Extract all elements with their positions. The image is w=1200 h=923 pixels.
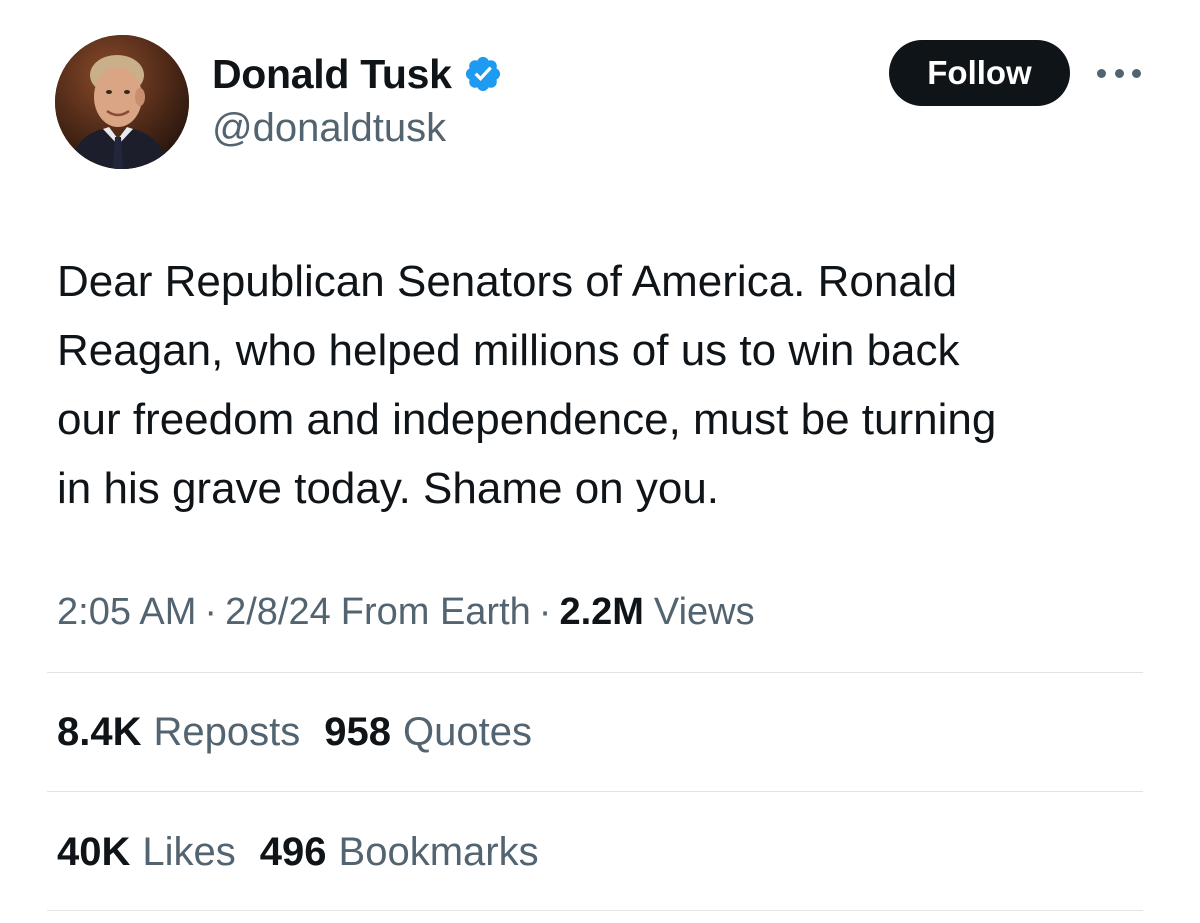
avatar[interactable]	[55, 35, 189, 169]
divider	[47, 791, 1143, 792]
likes-count: 40K	[57, 829, 131, 874]
likes-stat[interactable]: 40K Likes	[57, 830, 236, 875]
bookmarks-stat[interactable]: 496 Bookmarks	[260, 830, 539, 875]
bookmarks-count: 496	[259, 829, 327, 874]
quotes-label: Quotes	[403, 709, 532, 754]
meta-separator: ·	[538, 590, 552, 633]
author-name-row: Donald Tusk	[212, 50, 503, 98]
likes-label: Likes	[142, 829, 236, 874]
tweet-date[interactable]: 2/8/24	[225, 591, 331, 634]
views-label: Views	[653, 590, 755, 633]
quotes-count: 958	[324, 709, 391, 754]
verified-badge-icon[interactable]	[463, 54, 503, 94]
reposts-stat[interactable]: 8.4K Reposts	[57, 710, 300, 755]
author-display-name[interactable]: Donald Tusk	[212, 51, 452, 98]
tweet-location: From Earth	[340, 590, 531, 633]
reposts-label: Reposts	[153, 709, 301, 754]
divider	[47, 672, 1143, 673]
author-handle[interactable]: @donaldtusk	[212, 106, 446, 151]
more-horizontal-icon[interactable]	[1097, 62, 1141, 84]
profile-photo	[55, 35, 189, 169]
tweet-meta: 2:05 AM · 2/8/24 From Earth · 2.2M Views	[57, 588, 755, 636]
bookmarks-label: Bookmarks	[338, 829, 539, 874]
meta-separator: ·	[204, 590, 218, 633]
views-count: 2.2M	[559, 590, 644, 633]
engagement-row-1: 8.4K Reposts 958 Quotes	[57, 707, 556, 757]
engagement-row-2: 40K Likes 496 Bookmarks	[57, 827, 563, 877]
quotes-stat[interactable]: 958 Quotes	[324, 710, 532, 755]
follow-button[interactable]: Follow	[889, 40, 1070, 106]
tweet-text: Dear Republican Senators of America. Ron…	[57, 257, 997, 513]
tweet-time[interactable]: 2:05 AM	[57, 591, 196, 634]
reposts-count: 8.4K	[57, 709, 142, 754]
divider	[47, 910, 1143, 911]
